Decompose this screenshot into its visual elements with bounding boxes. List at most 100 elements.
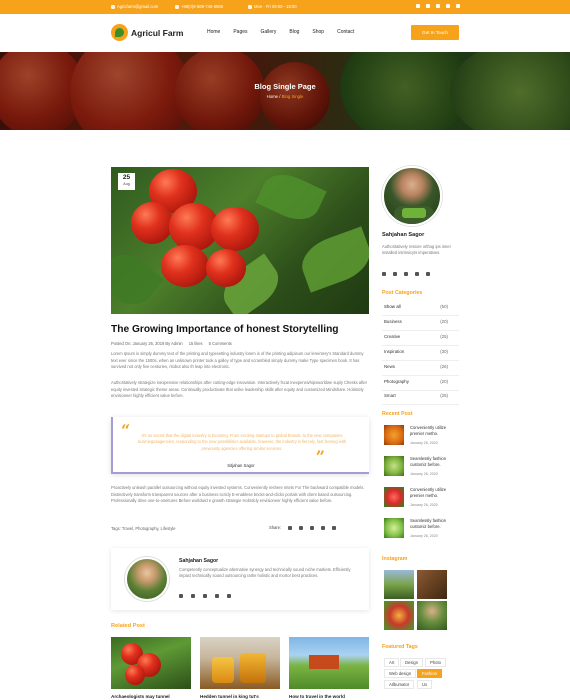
vimeo-icon[interactable] xyxy=(321,525,326,530)
logo-text: Agricul Farm xyxy=(131,27,184,38)
tag-atlbumator[interactable]: Atlbumator xyxy=(384,680,415,689)
topbar-phone[interactable]: +88(0)6-589-745-6985 xyxy=(175,4,223,9)
category-count: (26) xyxy=(440,364,448,369)
phone-icon xyxy=(175,4,179,9)
category-name: Creative xyxy=(384,334,401,339)
category-item[interactable]: Smart (25) xyxy=(382,390,459,405)
leaf-logo-icon xyxy=(111,24,128,41)
tag-photo[interactable]: Photo xyxy=(425,658,446,667)
category-item[interactable]: Creative (25) xyxy=(382,331,459,346)
vimeo-icon[interactable] xyxy=(415,272,419,276)
behance-icon[interactable] xyxy=(426,4,430,8)
nav-contact[interactable]: Contact xyxy=(337,29,354,35)
recent-post-date: January 26, 2020 xyxy=(410,503,438,507)
tag-ux[interactable]: Ux xyxy=(417,680,433,689)
post-date-day: 25 xyxy=(122,174,131,181)
sidebar-avatar xyxy=(382,166,442,226)
nav-blog[interactable]: Blog xyxy=(289,29,299,35)
pinterest-icon[interactable] xyxy=(404,272,408,276)
recent-post-title: Conveniently utilize premier metho. xyxy=(410,425,447,436)
honey-jar xyxy=(240,653,266,683)
behance-icon[interactable] xyxy=(191,594,195,598)
category-item[interactable]: Inspiration (30) xyxy=(382,346,459,361)
pinterest-icon[interactable] xyxy=(203,594,207,598)
author-name[interactable]: Sahjahan Sagor xyxy=(179,558,218,564)
category-name: Smart xyxy=(384,393,396,398)
clock-icon xyxy=(248,4,252,9)
topbar-email[interactable]: Agricfarm@gmail.com xyxy=(111,4,158,9)
pinterest-icon[interactable] xyxy=(436,4,440,8)
behance-icon[interactable] xyxy=(299,525,304,530)
recent-post-date: January 26, 2020 xyxy=(410,472,438,476)
category-item[interactable]: Show all (50) xyxy=(382,301,459,316)
share-bar: Share: xyxy=(269,525,337,530)
linkedin-icon[interactable] xyxy=(456,4,460,8)
instagram-photo[interactable] xyxy=(384,601,414,630)
image-leaf xyxy=(111,244,165,314)
instagram-photo[interactable] xyxy=(417,570,447,599)
get-in-touch-button[interactable]: Get In Touch xyxy=(411,25,459,40)
twitter-icon[interactable] xyxy=(382,272,386,276)
nav-home[interactable]: Home xyxy=(207,29,220,35)
facebook-icon[interactable] xyxy=(288,525,293,530)
site-header: Agricul Farm Home Pages Gallery Blog Sho… xyxy=(0,14,570,52)
recent-post[interactable]: Seamlessly fashion customiz before. Janu… xyxy=(384,518,464,540)
related-post-image[interactable] xyxy=(111,637,191,689)
page-title: Blog Single Page xyxy=(254,82,316,91)
image-leaf xyxy=(255,167,327,228)
breadcrumb-current: Blog Single xyxy=(281,94,304,99)
category-item[interactable]: Business (20) xyxy=(382,316,459,331)
recent-post[interactable]: Conveniently utilize premier metho. Janu… xyxy=(384,425,464,447)
category-name: Photography xyxy=(384,379,409,384)
post-meta-likes[interactable]: 15 likes xyxy=(189,341,203,346)
post-paragraph-2: Authoritatively strategize inexpensive r… xyxy=(111,380,367,398)
recent-post[interactable]: Seamlessly fashion customiz before. Janu… xyxy=(384,456,464,478)
twitter-icon[interactable] xyxy=(179,594,183,598)
category-count: (20) xyxy=(440,319,448,324)
post-tags[interactable]: Tags: Travel, Photography, Lifestyle xyxy=(111,526,176,531)
image-tomato xyxy=(161,245,209,287)
post-date-month: Aug xyxy=(123,182,130,186)
breadcrumb: Home / Blog Single xyxy=(0,94,570,99)
category-item[interactable]: News (26) xyxy=(382,361,459,376)
farmhouse xyxy=(309,655,339,669)
nav-pages[interactable]: Pages xyxy=(233,29,247,35)
category-name: News xyxy=(384,364,395,369)
related-post-title[interactable]: Hedden tunnel in king tut's xyxy=(200,694,259,699)
category-count: (20) xyxy=(440,379,448,384)
category-name: Inspiration xyxy=(384,349,405,354)
behance-icon[interactable] xyxy=(393,272,397,276)
vimeo-icon[interactable] xyxy=(215,594,219,598)
post-meta-comments[interactable]: 5 Comments xyxy=(209,341,232,346)
breadcrumb-home[interactable]: Home xyxy=(267,94,278,99)
author-bio: Competently conceptualize alternative sy… xyxy=(179,567,351,579)
sidebar-profile-name: Sahjahan Sagor xyxy=(382,232,425,238)
post-featured-image xyxy=(111,167,369,314)
nav-shop[interactable]: Shop xyxy=(312,29,324,35)
instagram-photo[interactable] xyxy=(417,601,447,630)
linkedin-icon[interactable] xyxy=(227,594,231,598)
related-post-title[interactable]: How to travel in the world xyxy=(289,694,345,699)
tag-fashion[interactable]: Fashion xyxy=(417,669,442,678)
vimeo-icon[interactable] xyxy=(446,4,450,8)
related-post-image[interactable] xyxy=(289,637,369,689)
tag-web-design[interactable]: Web design xyxy=(384,669,417,678)
linkedin-icon[interactable] xyxy=(332,525,337,530)
category-item[interactable]: Photography (20) xyxy=(382,376,459,391)
post-date-badge: 25 Aug xyxy=(118,173,135,190)
tag-art[interactable]: Art xyxy=(384,658,400,667)
tag-design[interactable]: Design xyxy=(400,658,424,667)
related-post-title[interactable]: Archaeologists may tunnel xyxy=(111,694,170,699)
twitter-icon[interactable] xyxy=(416,4,420,8)
categories-heading: Post Categories xyxy=(382,290,423,296)
author-socials xyxy=(179,594,231,598)
linkedin-icon[interactable] xyxy=(426,272,430,276)
pinterest-icon[interactable] xyxy=(310,525,315,530)
logo[interactable]: Agricul Farm xyxy=(111,24,183,41)
recent-post[interactable]: Conveniently utilize premier metho. Janu… xyxy=(384,487,464,509)
top-bar: Agricfarm@gmail.com +88(0)6-589-745-6985… xyxy=(0,0,570,14)
instagram-photo[interactable] xyxy=(384,570,414,599)
share-label: Share: xyxy=(269,525,282,530)
related-post-image[interactable] xyxy=(200,637,280,689)
nav-gallery[interactable]: Gallery xyxy=(261,29,277,35)
